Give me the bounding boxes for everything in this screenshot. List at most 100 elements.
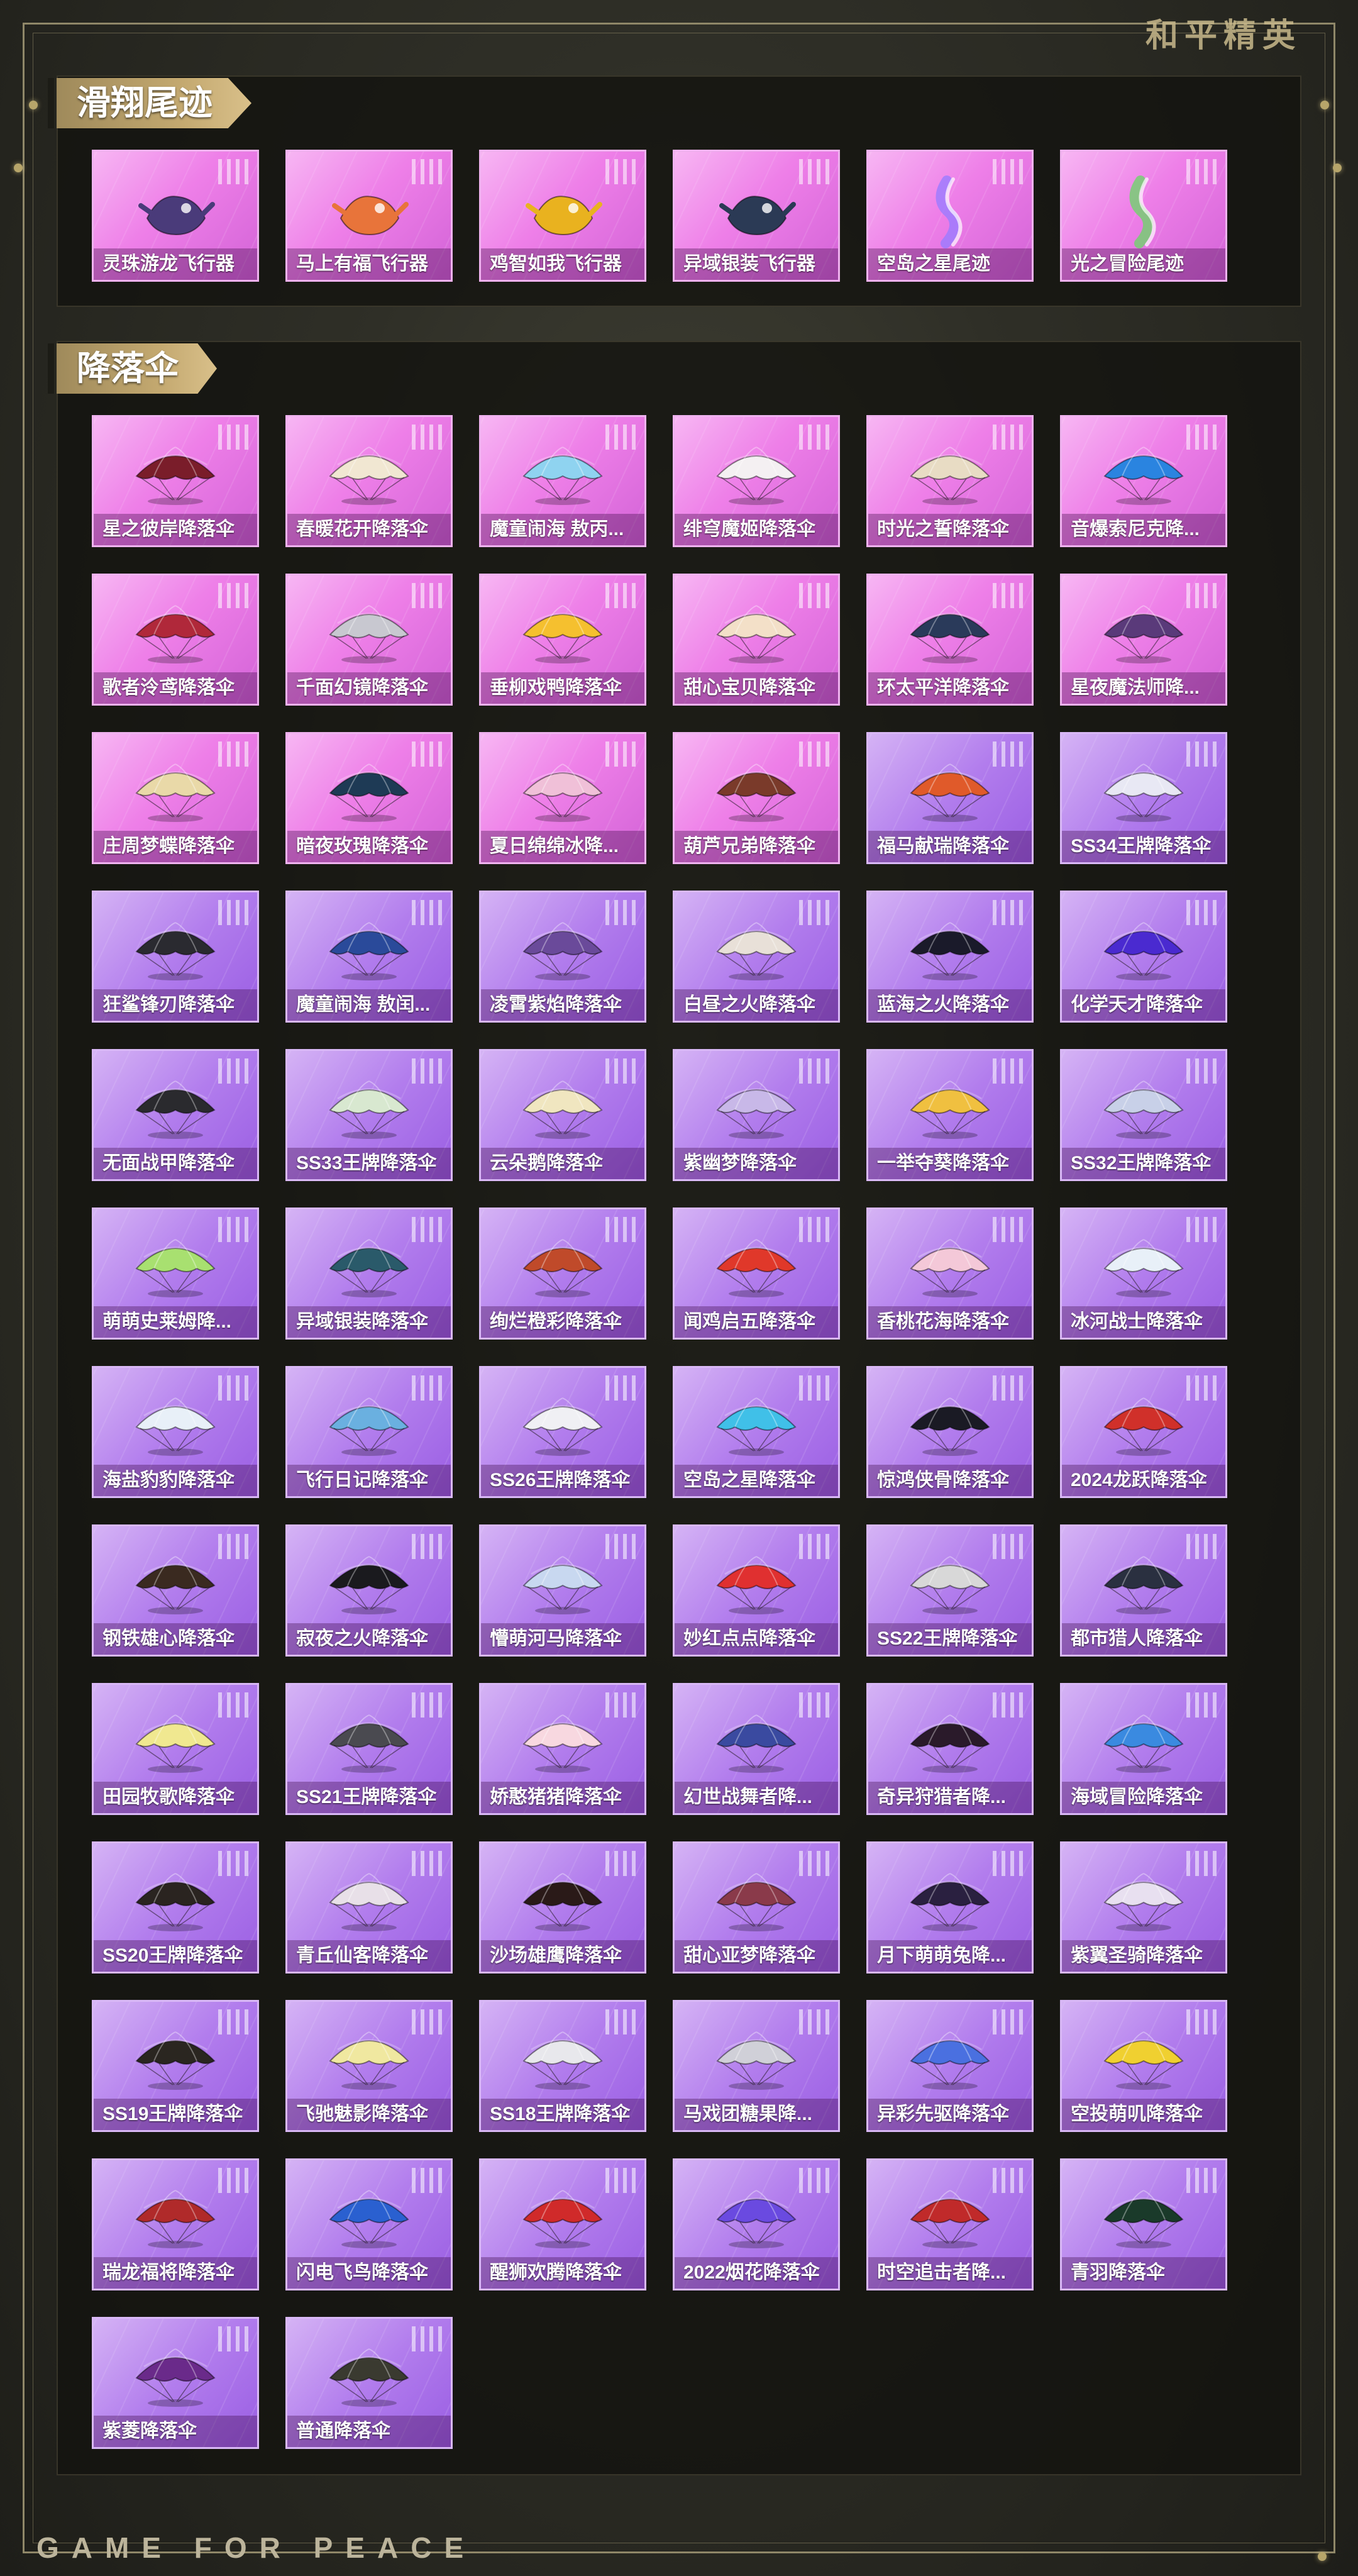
item-label: 飞行日记降落伞	[287, 1465, 451, 1496]
parachute-icon	[131, 598, 219, 670]
parachute-card[interactable]: 紫幽梦降落伞	[673, 1049, 840, 1181]
parachute-card[interactable]: 星之彼岸降落伞	[92, 415, 259, 547]
parachute-card[interactable]: SS33王牌降落伞	[285, 1049, 453, 1181]
parachute-card[interactable]: 春暖花开降落伞	[285, 415, 453, 547]
parachute-card[interactable]: 瑞龙福将降落伞	[92, 2158, 259, 2290]
parachute-card[interactable]: 垂柳戏鸭降落伞	[479, 574, 646, 706]
item-label: 妙红点点降落伞	[675, 1623, 838, 1655]
parachute-card[interactable]: 一举夺葵降落伞	[866, 1049, 1034, 1181]
item-label: 寂夜之火降落伞	[287, 1623, 451, 1655]
corner-dot	[14, 164, 23, 172]
trail-card[interactable]: 光之冒险尾迹	[1060, 150, 1227, 282]
parachute-card[interactable]: 星夜魔法师降...	[1060, 574, 1227, 706]
green-trail-icon	[1103, 174, 1184, 253]
trail-card[interactable]: 灵珠游龙飞行器	[92, 150, 259, 282]
parachute-card[interactable]: 田园牧歌降落伞	[92, 1683, 259, 1815]
parachute-card[interactable]: 懵萌河马降落伞	[479, 1524, 646, 1657]
parachute-card[interactable]: 沙场雄鹰降落伞	[479, 1841, 646, 1974]
parachute-card[interactable]: 2024龙跃降落伞	[1060, 1366, 1227, 1498]
parachute-card[interactable]: 飞驰魅影降落伞	[285, 2000, 453, 2132]
parachute-card[interactable]: 庄周梦蝶降落伞	[92, 732, 259, 864]
parachute-card[interactable]: 闻鸡启五降落伞	[673, 1208, 840, 1340]
item-label: 钢铁雄心降落伞	[94, 1623, 257, 1655]
parachute-card[interactable]: 甜心亚梦降落伞	[673, 1841, 840, 1974]
parachute-card[interactable]: 歌者泠鸢降落伞	[92, 574, 259, 706]
parachute-card[interactable]: 环太平洋降落伞	[866, 574, 1034, 706]
rarity-bars	[218, 1217, 248, 1242]
parachute-card[interactable]: 寂夜之火降落伞	[285, 1524, 453, 1657]
parachute-card[interactable]: 魔童闹海 敖丙...	[479, 415, 646, 547]
parachute-card[interactable]: SS22王牌降落伞	[866, 1524, 1034, 1657]
parachute-card[interactable]: 化学天才降落伞	[1060, 891, 1227, 1023]
parachute-card[interactable]: 甜心宝贝降落伞	[673, 574, 840, 706]
parachute-card[interactable]: SS20王牌降落伞	[92, 1841, 259, 1974]
parachute-card[interactable]: 绚烂橙彩降落伞	[479, 1208, 646, 1340]
parachute-card[interactable]: 青羽降落伞	[1060, 2158, 1227, 2290]
parachute-card[interactable]: 飞行日记降落伞	[285, 1366, 453, 1498]
trail-card[interactable]: 马上有福飞行器	[285, 150, 453, 282]
parachute-card[interactable]: 时空追击者降...	[866, 2158, 1034, 2290]
trail-card[interactable]: 空岛之星尾迹	[866, 150, 1034, 282]
parachute-card[interactable]: 葫芦兄弟降落伞	[673, 732, 840, 864]
parachute-card[interactable]: 空岛之星降落伞	[673, 1366, 840, 1498]
rarity-bars	[412, 159, 442, 184]
parachute-icon	[712, 1549, 800, 1621]
parachute-card[interactable]: 千面幻镜降落伞	[285, 574, 453, 706]
parachute-card[interactable]: 紫菱降落伞	[92, 2317, 259, 2449]
parachute-card[interactable]: 空投萌叽降落伞	[1060, 2000, 1227, 2132]
parachute-card[interactable]: 凌霄紫焰降落伞	[479, 891, 646, 1023]
parachute-card[interactable]: SS19王牌降落伞	[92, 2000, 259, 2132]
parachute-card[interactable]: 醒狮欢腾降落伞	[479, 2158, 646, 2290]
parachute-card[interactable]: SS32王牌降落伞	[1060, 1049, 1227, 1181]
parachute-card[interactable]: 海盐豹豹降落伞	[92, 1366, 259, 1498]
parachute-card[interactable]: 无面战甲降落伞	[92, 1049, 259, 1181]
parachute-card[interactable]: 夏日绵绵冰降...	[479, 732, 646, 864]
rarity-bars	[412, 1375, 442, 1401]
parachute-card[interactable]: 幻世战舞者降...	[673, 1683, 840, 1815]
parachute-card[interactable]: 暗夜玫瑰降落伞	[285, 732, 453, 864]
parachute-card[interactable]: 2022烟花降落伞	[673, 2158, 840, 2290]
parachute-card[interactable]: 云朵鹅降落伞	[479, 1049, 646, 1181]
parachute-card[interactable]: 异域银装降落伞	[285, 1208, 453, 1340]
trail-card[interactable]: 异域银装飞行器	[673, 150, 840, 282]
parachute-card[interactable]: 福马献瑞降落伞	[866, 732, 1034, 864]
parachute-card[interactable]: 娇憨猪猪降落伞	[479, 1683, 646, 1815]
parachute-card[interactable]: 闪电飞鸟降落伞	[285, 2158, 453, 2290]
parachute-card[interactable]: 萌萌史莱姆降...	[92, 1208, 259, 1340]
parachute-card[interactable]: 妙红点点降落伞	[673, 1524, 840, 1657]
parachute-card[interactable]: 奇异狩猎者降...	[866, 1683, 1034, 1815]
parachute-card[interactable]: 狂鲨锋刃降落伞	[92, 891, 259, 1023]
parachute-card[interactable]: SS21王牌降落伞	[285, 1683, 453, 1815]
parachute-card[interactable]: 马戏团糖果降...	[673, 2000, 840, 2132]
item-label: 环太平洋降落伞	[868, 672, 1032, 704]
parachute-card[interactable]: 青丘仙客降落伞	[285, 1841, 453, 1974]
parachute-card[interactable]: 异彩先驱降落伞	[866, 2000, 1034, 2132]
parachute-card[interactable]: 蓝海之火降落伞	[866, 891, 1034, 1023]
parachute-card[interactable]: 香桃花海降落伞	[866, 1208, 1034, 1340]
parachute-card[interactable]: SS26王牌降落伞	[479, 1366, 646, 1498]
item-label: 光之冒险尾迹	[1062, 248, 1225, 280]
trail-card[interactable]: 鸡智如我飞行器	[479, 150, 646, 282]
parachute-card[interactable]: 音爆索尼克降...	[1060, 415, 1227, 547]
parachute-card[interactable]: 月下萌萌兔降...	[866, 1841, 1034, 1974]
parachute-icon	[325, 1549, 413, 1621]
item-label: 空岛之星尾迹	[868, 248, 1032, 280]
parachute-card[interactable]: 冰河战士降落伞	[1060, 1208, 1227, 1340]
parachute-card[interactable]: 海域冒险降落伞	[1060, 1683, 1227, 1815]
parachute-card[interactable]: 钢铁雄心降落伞	[92, 1524, 259, 1657]
rarity-bars	[1186, 159, 1217, 184]
parachute-card[interactable]: 白昼之火降落伞	[673, 891, 840, 1023]
parachute-card[interactable]: 时光之誓降落伞	[866, 415, 1034, 547]
parachute-card[interactable]: 惊鸿侠骨降落伞	[866, 1366, 1034, 1498]
parachute-card[interactable]: SS18王牌降落伞	[479, 2000, 646, 2132]
parachute-card[interactable]: 都市猎人降落伞	[1060, 1524, 1227, 1657]
parachute-card[interactable]: 绯穹魔姬降落伞	[673, 415, 840, 547]
parachute-card[interactable]: 普通降落伞	[285, 2317, 453, 2449]
parachute-card[interactable]: 魔童闹海 敖闰...	[285, 891, 453, 1023]
parachute-card[interactable]: 紫翼圣骑降落伞	[1060, 1841, 1227, 1974]
parachute-card[interactable]: SS34王牌降落伞	[1060, 732, 1227, 864]
rarity-bars	[1186, 1375, 1217, 1401]
parachute-icon	[325, 757, 413, 829]
item-label: 惊鸿侠骨降落伞	[868, 1465, 1032, 1496]
item-label: 狂鲨锋刃降落伞	[94, 989, 257, 1021]
